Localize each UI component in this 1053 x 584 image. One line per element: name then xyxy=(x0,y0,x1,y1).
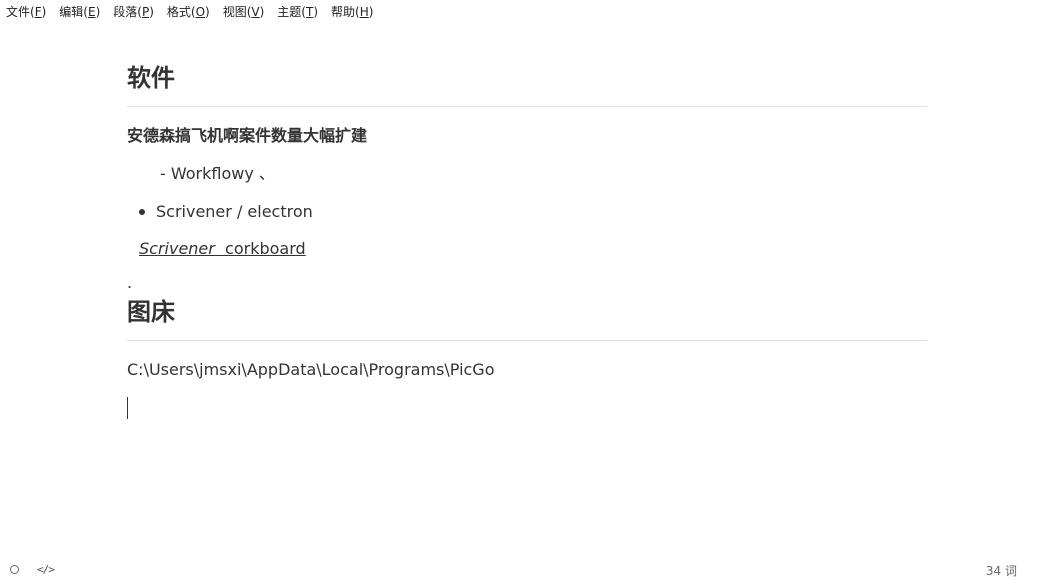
menu-file[interactable]: 文件(F) xyxy=(6,3,46,20)
empty-paragraph[interactable] xyxy=(127,397,927,419)
bullet-dot-icon xyxy=(139,209,145,215)
dot-paragraph[interactable]: . xyxy=(127,272,927,294)
link-rest-text: corkboard xyxy=(214,239,306,258)
link-italic-text: Scrivener xyxy=(139,239,215,258)
path-paragraph[interactable]: C:\Users\jmsxi\AppData\Local\Programs\Pi… xyxy=(127,359,927,381)
list-item-text: Scrivener / electron xyxy=(156,202,313,221)
menu-theme[interactable]: 主题(T) xyxy=(277,3,318,20)
editor-content[interactable]: 软件 安德森搞飞机啊案件数量大幅扩建 - Workflowy 、 Scriven… xyxy=(127,60,927,419)
indented-paragraph[interactable]: - Workflowy 、 xyxy=(127,163,927,185)
menu-paragraph[interactable]: 段落(P) xyxy=(113,3,154,20)
menu-bar: 文件(F) 编辑(E) 段落(P) 格式(O) 视图(V) 主题(T) 帮助(H… xyxy=(0,0,1053,22)
menu-format[interactable]: 格式(O) xyxy=(167,3,210,20)
text-caret xyxy=(127,397,128,419)
menu-view[interactable]: 视图(V) xyxy=(223,3,265,20)
status-bar: </> 34 词 xyxy=(0,556,1053,584)
heading-image-host[interactable]: 图床 xyxy=(127,294,927,341)
word-count[interactable]: 34 词 xyxy=(986,562,1017,579)
bullet-list: Scrivener / electron xyxy=(127,201,927,223)
bold-paragraph[interactable]: 安德森搞飞机啊案件数量大幅扩建 xyxy=(127,125,927,147)
link-paragraph: Scrivener corkboard xyxy=(127,238,927,260)
list-item[interactable]: Scrivener / electron xyxy=(127,201,927,223)
menu-edit[interactable]: 编辑(E) xyxy=(59,3,100,20)
source-code-toggle-icon[interactable]: </> xyxy=(37,563,55,576)
heading-software[interactable]: 软件 xyxy=(127,60,927,107)
menu-help[interactable]: 帮助(H) xyxy=(331,3,373,20)
sidebar-toggle-circle-icon[interactable] xyxy=(10,565,19,574)
scrivener-link[interactable]: Scrivener corkboard xyxy=(139,239,306,258)
